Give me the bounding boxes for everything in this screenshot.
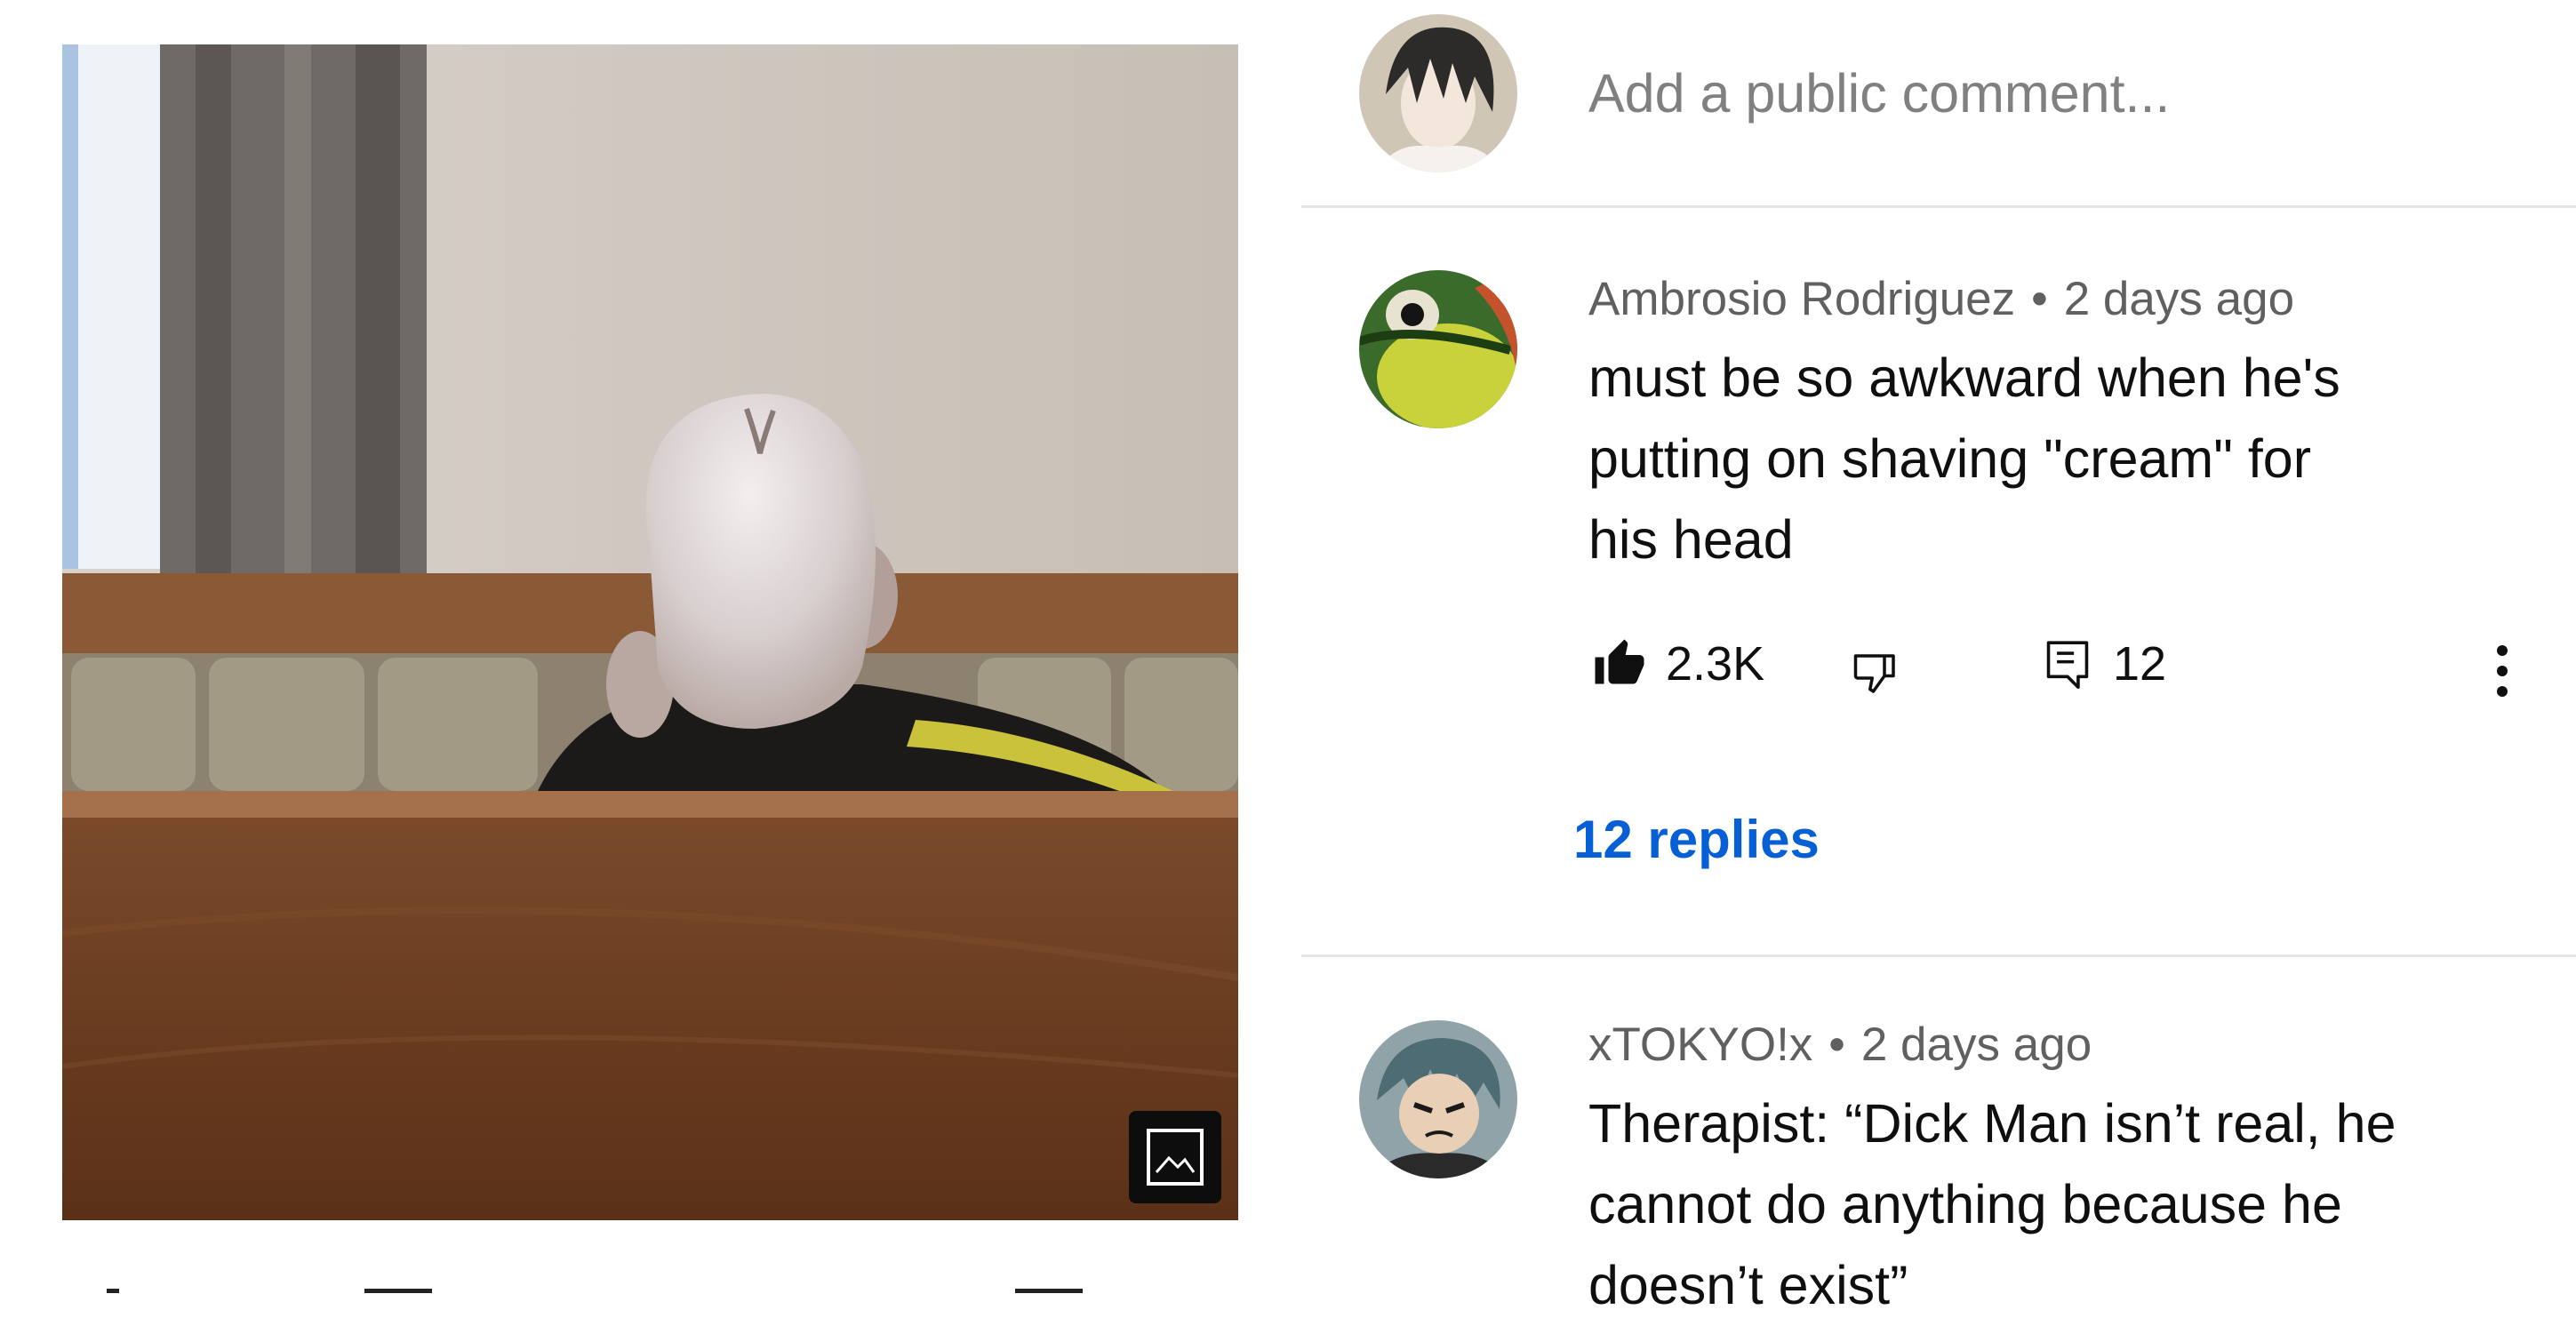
add-comment-input[interactable]: [1588, 62, 2388, 124]
like-icon[interactable]: [107, 1289, 119, 1314]
share-icon[interactable]: [1015, 1289, 1083, 1314]
more-vertical-icon: [2497, 645, 2508, 697]
more-options-button[interactable]: [2484, 640, 2520, 702]
comment-line: his head: [1588, 509, 1794, 570]
reply-button[interactable]: 12: [2042, 636, 2166, 691]
comment-author[interactable]: xTOKYO!x: [1588, 1018, 1812, 1071]
meta-separator: •: [2031, 273, 2048, 325]
comment-icon: [2046, 641, 2089, 690]
comment-icon[interactable]: [364, 1289, 432, 1314]
comment-text: must be so awkward when he's putting on …: [1588, 338, 2406, 580]
comment-text: Therapist: “Dick Man isn’t real, he cann…: [1588, 1083, 2406, 1326]
divider: [1301, 205, 2576, 208]
comment-meta: Ambrosio Rodriguez • 2 days ago: [1588, 272, 2294, 326]
like-count: 2.3K: [1666, 637, 1765, 691]
like-button[interactable]: 2.3K: [1593, 636, 1764, 691]
comment-line: cannot do anything because he: [1588, 1174, 2342, 1234]
dislike-button[interactable]: [1849, 647, 1902, 700]
comment-author[interactable]: Ambrosio Rodriguez: [1588, 273, 2015, 325]
meta-separator: •: [1828, 1018, 1845, 1071]
view-replies-link[interactable]: 12 replies: [1573, 809, 1820, 870]
comment-line: doesn’t exist”: [1588, 1255, 1908, 1315]
comment-line: Therapist: “Dick Man isn’t real, he: [1588, 1093, 2396, 1154]
post-image[interactable]: [62, 44, 1238, 1220]
thumbs-down-outline-icon: [1853, 654, 1895, 693]
image-icon[interactable]: [1129, 1111, 1221, 1203]
comment-line: must be so awkward when he's: [1588, 347, 2340, 408]
comment-author-avatar[interactable]: [1359, 270, 1517, 428]
post-action-bar: [0, 1289, 1244, 1309]
divider: [1301, 955, 2576, 957]
comment-line: putting on shaving "cream" for: [1588, 428, 2312, 489]
comment-meta: xTOKYO!x • 2 days ago: [1588, 1018, 2092, 1072]
current-user-avatar: [1359, 14, 1517, 172]
post-photo: [62, 44, 1238, 1220]
comment-author-avatar[interactable]: [1359, 1020, 1517, 1178]
reply-count: 12: [2113, 637, 2167, 691]
comment-time: 2 days ago: [1860, 1018, 2092, 1071]
thumbs-up-filled-icon: [1595, 639, 1644, 684]
comment-time: 2 days ago: [2063, 273, 2295, 325]
